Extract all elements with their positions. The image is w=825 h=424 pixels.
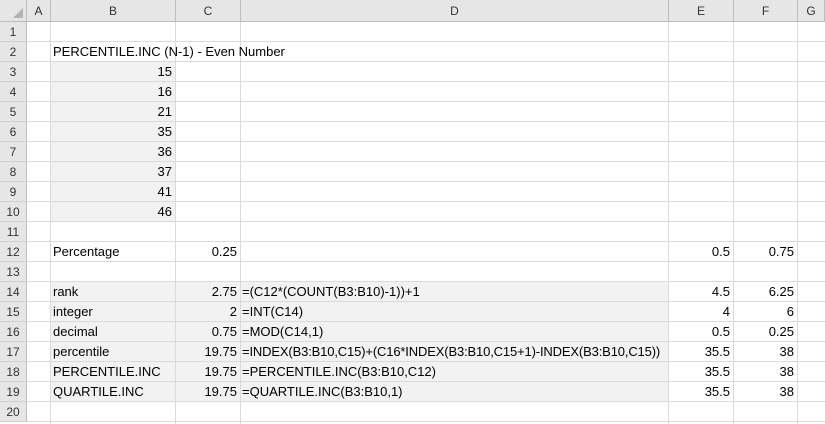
column-header-b[interactable]: B: [51, 0, 176, 22]
decimal-c-cell[interactable]: 0.75: [175, 322, 240, 342]
data-value-cell[interactable]: 16: [50, 82, 175, 102]
decimal-f-cell[interactable]: 0.25: [733, 322, 797, 342]
row-header[interactable]: 17: [0, 342, 27, 362]
data-value-cell[interactable]: 35: [50, 122, 175, 142]
row-header[interactable]: 2: [0, 42, 27, 62]
data-value-cell[interactable]: 41: [50, 182, 175, 202]
percentile-f-cell[interactable]: 38: [733, 342, 797, 362]
data-value-cell[interactable]: 46: [50, 202, 175, 222]
row-header[interactable]: 14: [0, 282, 27, 302]
row-header[interactable]: 4: [0, 82, 27, 102]
row-header[interactable]: 19: [0, 382, 27, 402]
quartile-inc-label-cell[interactable]: QUARTILE.INC: [50, 382, 175, 402]
percentile-c-cell[interactable]: 19.75: [175, 342, 240, 362]
row-header[interactable]: 7: [0, 142, 27, 162]
percentile-inc-c-cell[interactable]: 19.75: [175, 362, 240, 382]
rank-label-cell[interactable]: rank: [50, 282, 175, 302]
spreadsheet-grid[interactable]: A B C D E F G 1 2 3 4 5 6 7 8 9 10 11 12…: [0, 0, 825, 424]
quartile-inc-formula-cell[interactable]: =QUARTILE.INC(B3:B10,1): [240, 382, 668, 402]
data-value-cell[interactable]: 37: [50, 162, 175, 182]
column-header-a[interactable]: A: [27, 0, 51, 22]
percentile-inc-formula-cell[interactable]: =PERCENTILE.INC(B3:B10,C12): [240, 362, 668, 382]
row-header[interactable]: 3: [0, 62, 27, 82]
row-header[interactable]: 11: [0, 222, 27, 242]
percentile-inc-f-cell[interactable]: 38: [733, 362, 797, 382]
quartile-inc-f-cell[interactable]: 38: [733, 382, 797, 402]
percentage-label-cell[interactable]: Percentage: [50, 242, 175, 262]
percentile-label-cell[interactable]: percentile: [50, 342, 175, 362]
row-header[interactable]: 6: [0, 122, 27, 142]
integer-formula-cell[interactable]: =INT(C14): [240, 302, 668, 322]
percentage-f-cell[interactable]: 0.75: [733, 242, 797, 262]
column-header-g[interactable]: G: [798, 0, 825, 22]
row-header[interactable]: 20: [0, 402, 27, 422]
row-header[interactable]: 18: [0, 362, 27, 382]
gridline: [27, 421, 825, 422]
percentage-c-cell[interactable]: 0.25: [175, 242, 240, 262]
row-header[interactable]: 8: [0, 162, 27, 182]
decimal-label-cell[interactable]: decimal: [50, 322, 175, 342]
data-value-cell[interactable]: 15: [50, 62, 175, 82]
row-header[interactable]: 16: [0, 322, 27, 342]
row-header[interactable]: 9: [0, 182, 27, 202]
percentile-inc-label-cell[interactable]: PERCENTILE.INC: [50, 362, 175, 382]
integer-c-cell[interactable]: 2: [175, 302, 240, 322]
integer-f-cell[interactable]: 6: [733, 302, 797, 322]
percentile-formula-cell[interactable]: =INDEX(B3:B10,C15)+(C16*INDEX(B3:B10,C15…: [240, 342, 668, 362]
integer-e-cell[interactable]: 4: [668, 302, 733, 322]
quartile-inc-e-cell[interactable]: 35.5: [668, 382, 733, 402]
integer-label-cell[interactable]: integer: [50, 302, 175, 322]
row-header[interactable]: 10: [0, 202, 27, 222]
percentage-e-cell[interactable]: 0.5: [668, 242, 733, 262]
column-header-e[interactable]: E: [669, 0, 734, 22]
column-header-f[interactable]: F: [734, 0, 798, 22]
decimal-e-cell[interactable]: 0.5: [668, 322, 733, 342]
sheet-title[interactable]: PERCENTILE.INC (N-1) - Even Number: [50, 42, 450, 62]
column-header-c[interactable]: C: [176, 0, 241, 22]
percentile-inc-e-cell[interactable]: 35.5: [668, 362, 733, 382]
row-header[interactable]: 13: [0, 262, 27, 282]
select-all-triangle-icon: [13, 8, 23, 18]
row-header[interactable]: 5: [0, 102, 27, 122]
row-header[interactable]: 12: [0, 242, 27, 262]
quartile-inc-c-cell[interactable]: 19.75: [175, 382, 240, 402]
rank-f-cell[interactable]: 6.25: [733, 282, 797, 302]
decimal-formula-cell[interactable]: =MOD(C14,1): [240, 322, 668, 342]
column-header-d[interactable]: D: [241, 0, 669, 22]
data-value-cell[interactable]: 21: [50, 102, 175, 122]
row-header[interactable]: 1: [0, 22, 27, 42]
row-header[interactable]: 15: [0, 302, 27, 322]
rank-c-cell[interactable]: 2.75: [175, 282, 240, 302]
select-all-button[interactable]: [0, 0, 27, 22]
data-value-cell[interactable]: 36: [50, 142, 175, 162]
rank-e-cell[interactable]: 4.5: [668, 282, 733, 302]
gridline: [797, 22, 798, 424]
percentile-e-cell[interactable]: 35.5: [668, 342, 733, 362]
rank-formula-cell[interactable]: =(C12*(COUNT(B3:B10)-1))+1: [240, 282, 668, 302]
